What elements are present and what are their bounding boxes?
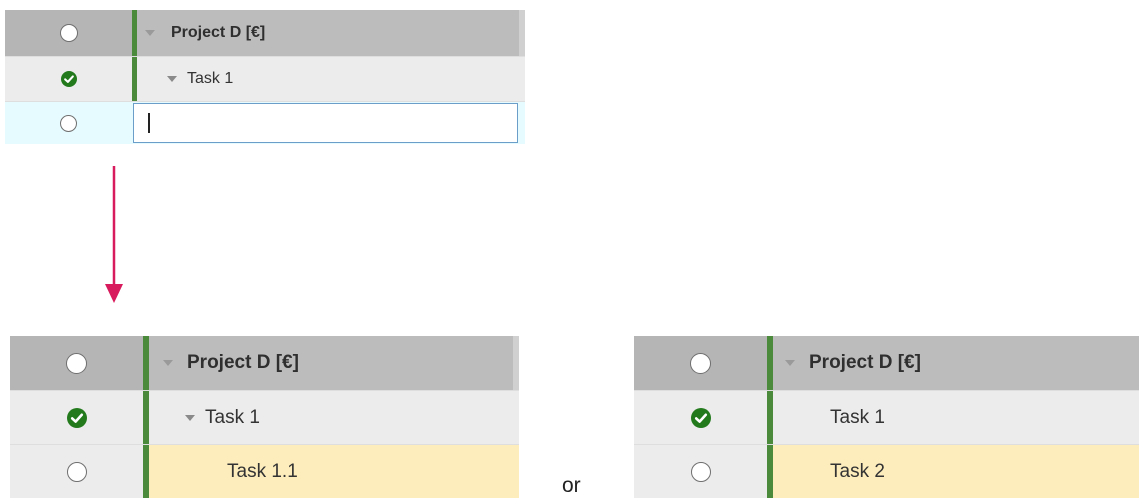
caret-down-icon[interactable] xyxy=(145,30,155,36)
new-row-name-cell[interactable]: Task 1.1 xyxy=(149,445,519,498)
project-label: Project D [€] xyxy=(171,24,266,41)
task-row[interactable]: Task 1 xyxy=(10,390,519,444)
task-label: Task 1 xyxy=(830,406,885,428)
column-divider[interactable] xyxy=(513,336,519,390)
check-circle-icon[interactable] xyxy=(690,407,711,428)
grid-before-edit: Project D [€] Task 1 xyxy=(5,10,525,144)
new-row-name-cell[interactable]: Task 2 xyxy=(773,445,1139,498)
new-row-status-cell[interactable] xyxy=(10,445,143,498)
arrow-down-icon xyxy=(105,166,123,303)
column-divider[interactable] xyxy=(519,10,525,56)
new-subtask-row[interactable]: Task 1.1 xyxy=(10,444,519,498)
project-name-cell[interactable]: Project D [€] xyxy=(773,336,1139,390)
task-row[interactable]: Task 1 xyxy=(634,390,1139,444)
task-name-cell[interactable]: Task 1 xyxy=(137,57,525,101)
grid-result-sibling: Project D [€] Task 1 Task 2 xyxy=(634,336,1139,498)
text-cursor xyxy=(148,113,150,133)
grid-result-subtask: Project D [€] Task 1 Task 1.1 xyxy=(10,336,519,498)
radio-circle-icon[interactable] xyxy=(690,352,711,374)
radio-circle-icon[interactable] xyxy=(60,114,77,132)
check-circle-icon[interactable] xyxy=(66,407,87,428)
task-name-input[interactable] xyxy=(133,103,518,143)
project-status-cell[interactable] xyxy=(634,336,767,390)
or-separator: or xyxy=(562,474,581,497)
new-task-label: Task 2 xyxy=(830,461,885,482)
project-name-cell[interactable]: Project D [€] xyxy=(149,336,512,390)
project-row[interactable]: Project D [€] xyxy=(5,10,525,56)
new-task-row[interactable]: Task 2 xyxy=(634,444,1139,498)
task-status-cell[interactable] xyxy=(5,57,132,101)
project-label: Project D [€] xyxy=(187,352,299,373)
task-status-cell[interactable] xyxy=(10,391,143,444)
project-label: Project D [€] xyxy=(809,352,921,373)
new-row-status-cell[interactable] xyxy=(634,445,767,498)
new-task-label: Task 1.1 xyxy=(227,461,298,482)
caret-down-icon[interactable] xyxy=(785,360,795,366)
project-row[interactable]: Project D [€] xyxy=(10,336,519,390)
task-status-cell[interactable] xyxy=(634,391,767,444)
new-row-editing[interactable] xyxy=(5,101,525,144)
radio-circle-icon[interactable] xyxy=(66,462,87,482)
new-row-status-cell[interactable] xyxy=(5,102,132,144)
new-row-name-cell[interactable] xyxy=(133,102,525,144)
stage: Project D [€] Task 1 Project D [€] Task … xyxy=(0,0,1139,498)
task-name-cell[interactable]: Task 1 xyxy=(149,391,519,444)
caret-down-icon[interactable] xyxy=(167,76,177,82)
radio-circle-icon[interactable] xyxy=(690,462,711,482)
task-name-cell[interactable]: Task 1 xyxy=(773,391,1139,444)
project-row[interactable]: Project D [€] xyxy=(634,336,1139,390)
task-row[interactable]: Task 1 xyxy=(5,56,525,101)
project-status-cell[interactable] xyxy=(10,336,143,390)
task-label: Task 1 xyxy=(187,70,234,87)
radio-circle-icon[interactable] xyxy=(66,352,87,374)
caret-down-icon[interactable] xyxy=(185,414,195,421)
check-circle-icon[interactable] xyxy=(60,71,77,87)
radio-circle-icon[interactable] xyxy=(59,24,78,42)
caret-down-icon[interactable] xyxy=(163,360,173,366)
task-label: Task 1 xyxy=(205,406,260,428)
project-name-cell[interactable]: Project D [€] xyxy=(137,10,518,56)
project-status-cell[interactable] xyxy=(5,10,132,56)
